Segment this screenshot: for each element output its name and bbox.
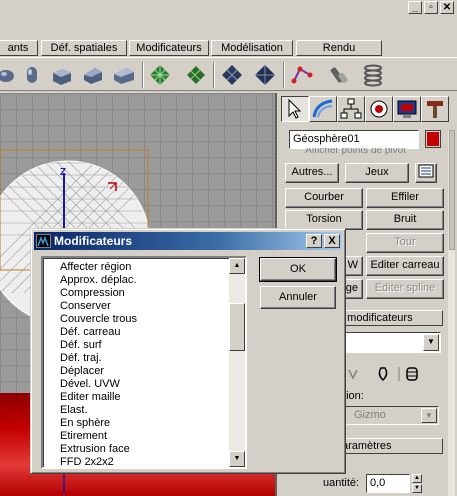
scroll-down-icon[interactable]: ▼: [229, 451, 245, 467]
autres-button[interactable]: Autres...: [285, 163, 339, 183]
max-logo-icon: [36, 234, 51, 248]
scroll-up-icon[interactable]: ▲: [229, 258, 245, 274]
gizmo-dropdown[interactable]: Gizmo ▼: [339, 406, 439, 425]
list-item[interactable]: Elast.: [60, 404, 88, 416]
config-list-icon: [418, 164, 434, 178]
list-item[interactable]: Déf. carreau: [60, 326, 121, 338]
prism-icon[interactable]: [81, 63, 105, 87]
object-color-swatch[interactable]: [425, 130, 441, 148]
panel-tab-display[interactable]: [393, 96, 421, 122]
list-item[interactable]: Déf. traj.: [60, 352, 102, 364]
tab-bar: ants Déf. spatiales Modificateurs Modéli…: [0, 37, 457, 57]
modifiers-listbox[interactable]: Affecter région Approx. déplac. Compress…: [41, 256, 247, 469]
hose-icon[interactable]: [328, 63, 352, 87]
tab-spatial-defs[interactable]: Déf. spatiales: [41, 40, 127, 56]
motion-icon: [370, 100, 388, 118]
panel-scroll-thumb[interactable]: [449, 130, 455, 250]
utilities-hammer-icon: [427, 101, 443, 118]
partial-pivot-label: Afficher points de pivot: [305, 148, 406, 156]
editer-carreau-button[interactable]: Editer carreau: [366, 256, 444, 276]
cancel-button[interactable]: Annuler: [260, 286, 336, 309]
mesh-dark-icon[interactable]: [220, 63, 244, 87]
gizmo-chevron-down-icon[interactable]: ▼: [421, 408, 437, 423]
chevron-down-icon[interactable]: ▼: [423, 334, 439, 351]
panel-scrollbar[interactable]: [447, 130, 455, 496]
jeux-button[interactable]: Jeux: [345, 163, 409, 183]
spinner-up-icon[interactable]: ▲: [412, 474, 422, 483]
list-item[interactable]: En sphère: [60, 417, 110, 429]
panel-tab-motion[interactable]: [365, 96, 393, 122]
list-item[interactable]: Etirement: [60, 430, 107, 442]
restore-button[interactable]: ▫: [424, 1, 438, 14]
courber-button[interactable]: Courber: [285, 188, 363, 208]
list-item[interactable]: Affecter région: [60, 261, 131, 273]
list-item[interactable]: Compression: [60, 287, 125, 299]
list-item[interactable]: Déf. surf: [60, 339, 102, 351]
configure-sets-button[interactable]: [415, 163, 437, 183]
dialog-title: Modificateurs: [54, 234, 133, 248]
minimize-button[interactable]: _: [408, 1, 422, 14]
stack-tools-icons: [348, 367, 418, 382]
quantity-label: uantité:: [323, 477, 360, 489]
box-icon[interactable]: [50, 63, 74, 87]
editer-spline-button[interactable]: Editer spline: [366, 279, 444, 299]
ok-button[interactable]: OK: [259, 257, 337, 282]
path-icon[interactable]: [290, 63, 314, 87]
panel-tab-create[interactable]: [281, 96, 309, 122]
gizmo-value: Gizmo: [354, 409, 386, 421]
panel-tab-utilities[interactable]: [421, 96, 449, 122]
bruit-button[interactable]: Bruit: [366, 210, 444, 230]
tab-modeling[interactable]: Modélisation: [211, 40, 293, 56]
window-title-strip: _ ▫ ✕: [0, 0, 457, 18]
hierarchy-icon: [340, 98, 362, 119]
tour-button[interactable]: Tour: [366, 233, 444, 253]
dialog-titlebar[interactable]: Modificateurs ? X: [34, 232, 342, 250]
object-color-fill: [427, 132, 439, 146]
display-icon: [397, 100, 417, 118]
cylinder-icon[interactable]: [20, 63, 44, 87]
tab-objects[interactable]: ants: [0, 40, 38, 56]
wedge-icon[interactable]: [112, 63, 136, 87]
panel-tab-hierarchy[interactable]: [337, 96, 365, 122]
mesh-dark-2-icon[interactable]: [253, 63, 277, 87]
list-scrollbar[interactable]: ▲ ▼: [229, 258, 245, 467]
spring-icon[interactable]: [361, 63, 385, 87]
list-item[interactable]: Approx. déplac.: [60, 274, 136, 286]
axis-z-label: Z: [60, 167, 67, 178]
mesh-green-2-icon[interactable]: [184, 63, 208, 87]
panel-tab-modify[interactable]: [309, 96, 337, 122]
modify-icon: [312, 99, 333, 118]
list-item[interactable]: Dével. UVW: [60, 378, 120, 390]
mesh-green-icon[interactable]: [148, 63, 172, 87]
capsule-icon[interactable]: [0, 63, 18, 87]
quantity-field[interactable]: 0,0: [366, 474, 410, 493]
tab-render[interactable]: Rendu: [296, 40, 382, 56]
torsion-button[interactable]: Torsion: [285, 210, 363, 230]
list-item[interactable]: Couvercle trous: [60, 313, 137, 325]
list-item[interactable]: Déplacer: [60, 365, 104, 377]
stack-tools: [345, 364, 439, 384]
select-cursor-icon: [288, 98, 302, 119]
quantity-spinner[interactable]: ▲ ▼: [412, 474, 422, 493]
modifier-toolbar: [0, 57, 457, 91]
list-item[interactable]: Conserver: [60, 300, 111, 312]
effiler-button[interactable]: Effiler: [366, 188, 444, 208]
help-button[interactable]: ?: [306, 234, 322, 248]
spinner-down-icon[interactable]: ▼: [412, 484, 422, 493]
modifiers-dialog: Modificateurs ? X Affecter région Approx…: [30, 228, 346, 474]
close-button[interactable]: X: [324, 234, 340, 248]
list-scroll-thumb[interactable]: [229, 303, 245, 351]
list-item[interactable]: Editer maille: [60, 391, 121, 403]
list-item[interactable]: FFD 2x2x2: [60, 456, 114, 467]
object-name-field[interactable]: Géosphère01: [289, 130, 419, 149]
tab-modifiers[interactable]: Modificateurs: [129, 40, 209, 56]
list-item[interactable]: Extrusion face: [60, 443, 130, 455]
close-window-button[interactable]: ✕: [440, 1, 454, 14]
